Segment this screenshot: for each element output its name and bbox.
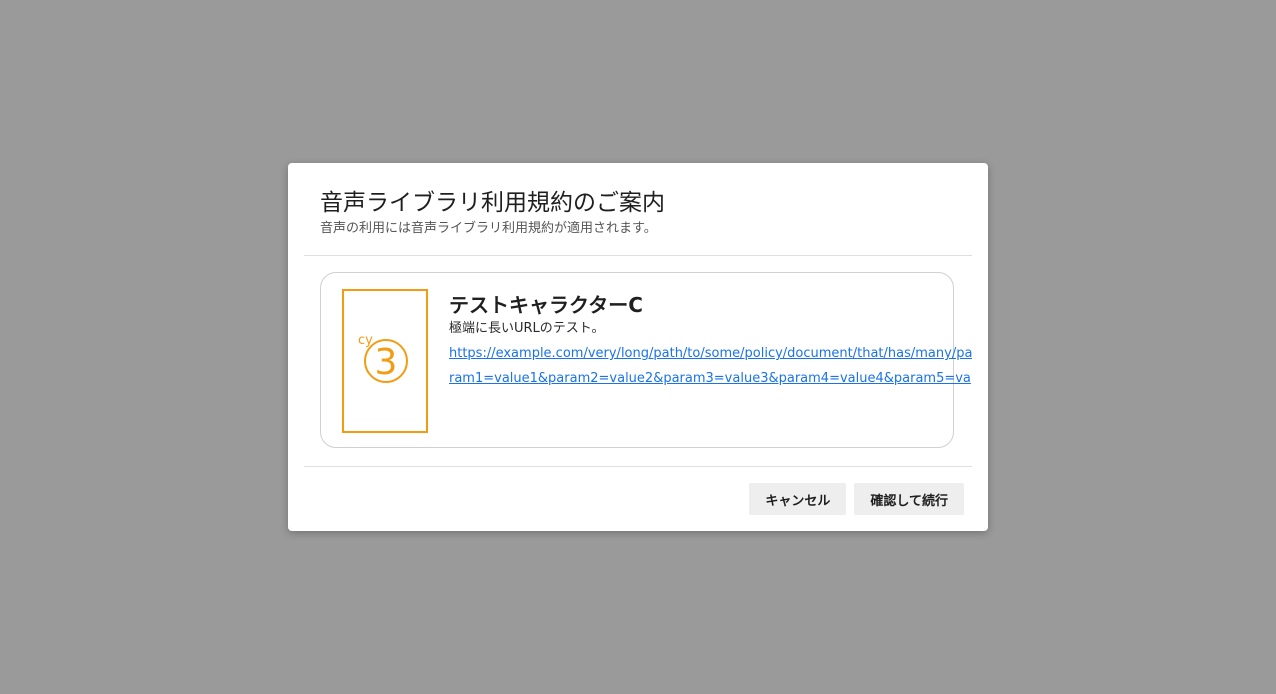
cancel-button[interactable]: キャンセル [749,483,847,515]
character-info: テストキャラクターC 極端に長いURLのテスト。 https://example… [449,291,972,391]
character-icon: cy 3 [358,333,408,383]
character-portrait: cy 3 [342,289,428,433]
dialog-subtitle: 音声の利用には音声ライブラリ利用規約が適用されます。 [320,221,657,236]
character-description: 極端に長いURLのテスト。 [449,321,605,336]
dialog-actions: キャンセル 確認して続行 [749,483,964,515]
policy-link[interactable]: https://example.com/very/long/path/to/so… [449,341,972,391]
portrait-number: 3 [375,342,398,383]
dialog-title: 音声ライブラリ利用規約のご案内 [320,190,665,216]
confirm-continue-button[interactable]: 確認して続行 [854,483,964,515]
footer-divider [304,466,972,467]
dialog-header: 音声ライブラリ利用規約のご案内 音声の利用には音声ライブラリ利用規約が適用されま… [320,187,956,239]
terms-dialog: 音声ライブラリ利用規約のご案内 音声の利用には音声ライブラリ利用規約が適用されま… [288,163,988,531]
character-name: テストキャラクターC [449,293,643,317]
dialog-content: cy 3 テストキャラクターC 極端に長いURLのテスト。 https://ex… [304,256,972,466]
character-card: cy 3 テストキャラクターC 極端に長いURLのテスト。 https://ex… [320,272,972,448]
